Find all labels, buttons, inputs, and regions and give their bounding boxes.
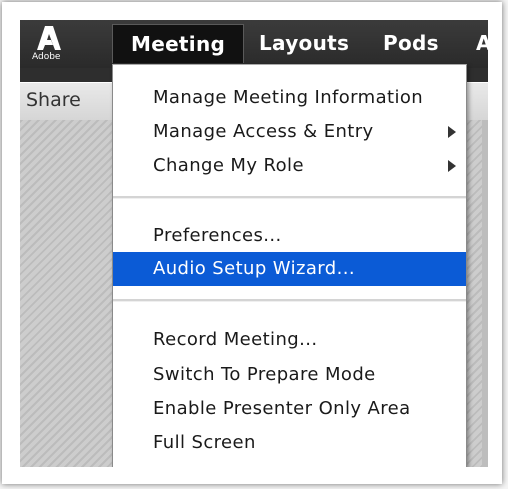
menu-item-label: Change My Role bbox=[153, 155, 304, 176]
menu-item-label: Full Screen bbox=[153, 432, 256, 453]
adobe-a-icon bbox=[37, 26, 61, 50]
share-pod-title: Share bbox=[26, 89, 81, 111]
menu-item-label: Manage Access & Entry bbox=[153, 121, 374, 142]
menu-item-enable-presenter-only-area[interactable]: Enable Presenter Only Area bbox=[113, 392, 466, 426]
menu-item-preferences[interactable]: Preferences... bbox=[113, 219, 466, 253]
menu-item-audio-setup-wizard[interactable]: Audio Setup Wizard... bbox=[113, 252, 466, 286]
menu-item-label: Preferences... bbox=[153, 225, 282, 246]
adobe-logo: Adobe bbox=[28, 22, 72, 66]
menu-pods[interactable]: Pods bbox=[383, 24, 439, 62]
menu-item-manage-meeting-information[interactable]: Manage Meeting Information bbox=[113, 81, 466, 115]
screenshot-frame: Adobe Meeting Layouts Pods A Share Manag… bbox=[0, 0, 508, 489]
meeting-dropdown-menu: Manage Meeting Information Manage Access… bbox=[112, 64, 467, 467]
menu-item-label: Audio Setup Wizard... bbox=[153, 258, 355, 279]
submenu-arrow-icon bbox=[448, 126, 456, 138]
menu-item-manage-access-entry[interactable]: Manage Access & Entry bbox=[113, 115, 466, 149]
menu-meeting[interactable]: Meeting bbox=[112, 24, 245, 63]
menu-item-label: Record Meeting... bbox=[153, 329, 318, 350]
content-edge bbox=[482, 120, 488, 467]
menu-separator bbox=[113, 196, 466, 199]
menu-item-change-my-role[interactable]: Change My Role bbox=[113, 149, 466, 183]
menu-layouts[interactable]: Layouts bbox=[259, 24, 349, 62]
menu-truncated[interactable]: A bbox=[476, 24, 488, 62]
menu-item-switch-to-prepare-mode[interactable]: Switch To Prepare Mode bbox=[113, 358, 466, 392]
menu-item-label: Manage Meeting Information bbox=[153, 87, 424, 108]
adobe-logo-text: Adobe bbox=[32, 52, 61, 62]
main-menubar: Adobe Meeting Layouts Pods A bbox=[20, 20, 488, 69]
menu-item-label: Switch To Prepare Mode bbox=[153, 364, 376, 385]
menu-item-full-screen[interactable]: Full Screen bbox=[113, 426, 466, 460]
menu-item-record-meeting[interactable]: Record Meeting... bbox=[113, 323, 466, 357]
submenu-arrow-icon bbox=[448, 160, 456, 172]
app-window: Adobe Meeting Layouts Pods A Share Manag… bbox=[20, 20, 488, 467]
menu-item-label: Enable Presenter Only Area bbox=[153, 398, 411, 419]
menu-separator bbox=[113, 299, 466, 302]
